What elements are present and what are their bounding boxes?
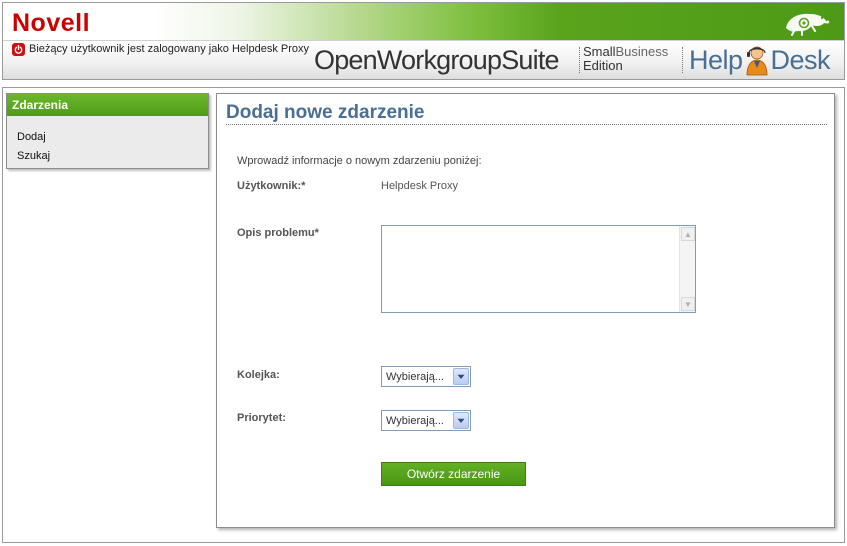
brand-help: Help <box>689 44 743 75</box>
open-incident-button[interactable]: Otwórz zdarzenie <box>381 462 526 486</box>
brand-separator <box>579 47 580 73</box>
description-label: Opis problemu* <box>237 227 319 239</box>
title-divider <box>226 124 827 125</box>
brand-edition-label: Edition <box>583 58 623 73</box>
brand-separator <box>682 47 683 73</box>
sidebar-title: Zdarzenia <box>7 94 208 116</box>
sidebar-item-add[interactable]: Dodaj <box>17 128 208 147</box>
page-title: Dodaj nowe zdarzenie <box>226 102 425 123</box>
description-scrollbar[interactable]: ▲ ▼ <box>679 226 695 312</box>
scroll-down-icon[interactable]: ▼ <box>681 297 695 311</box>
logged-in-user-status: Bieżący użytkownik jest zalogowany jako … <box>12 42 309 56</box>
header-band <box>3 3 844 40</box>
brand-suite: Suite <box>501 45 559 75</box>
chevron-down-icon[interactable] <box>453 368 469 385</box>
novell-logo: Novell <box>12 9 91 37</box>
helpdesk-person-icon <box>746 46 767 76</box>
brand-small: Small <box>583 44 616 59</box>
priority-label: Priorytet: <box>237 412 286 424</box>
content-panel: Dodaj nowe zdarzenie Wprowadź informacje… <box>216 93 835 528</box>
brand-helpdesk: Help Desk <box>689 42 831 78</box>
queue-select[interactable]: Wybierają... <box>381 366 471 387</box>
priority-selected-value: Wybierają... <box>386 414 444 427</box>
gecko-icon <box>786 13 830 36</box>
description-field: ▲ ▼ <box>381 225 696 313</box>
brand-desk: Desk <box>770 44 831 75</box>
sidebar: Zdarzenia Dodaj Szukaj <box>6 93 209 169</box>
queue-selected-value: Wybierają... <box>386 370 444 383</box>
sidebar-item-search[interactable]: Szukaj <box>17 147 208 166</box>
brand-edition: SmallBusiness Edition <box>583 45 668 73</box>
brand-business: Business <box>615 44 669 59</box>
description-textarea[interactable] <box>382 226 679 312</box>
user-label: Użytkownik:* <box>237 180 306 192</box>
sidebar-menu: Dodaj Szukaj <box>7 116 208 166</box>
power-icon[interactable] <box>12 42 25 56</box>
user-status-text: Bieżący użytkownik jest zalogowany jako … <box>29 43 310 55</box>
brand-open-workgroup-suite: OpenWorkgroupSuite <box>314 42 560 78</box>
user-value: Helpdesk Proxy <box>381 180 459 192</box>
app-header: Novell Bieżący użytkownik jest zalogowan… <box>2 2 845 80</box>
priority-select[interactable]: Wybierają... <box>381 410 471 431</box>
form-intro: Wprowadź informacje o nowym zdarzeniu po… <box>237 155 482 167</box>
queue-label: Kolejka: <box>237 369 280 381</box>
brand-open-workgroup: OpenWorkgroup <box>314 45 502 75</box>
chevron-down-icon[interactable] <box>453 412 469 429</box>
scroll-up-icon[interactable]: ▲ <box>681 227 695 241</box>
